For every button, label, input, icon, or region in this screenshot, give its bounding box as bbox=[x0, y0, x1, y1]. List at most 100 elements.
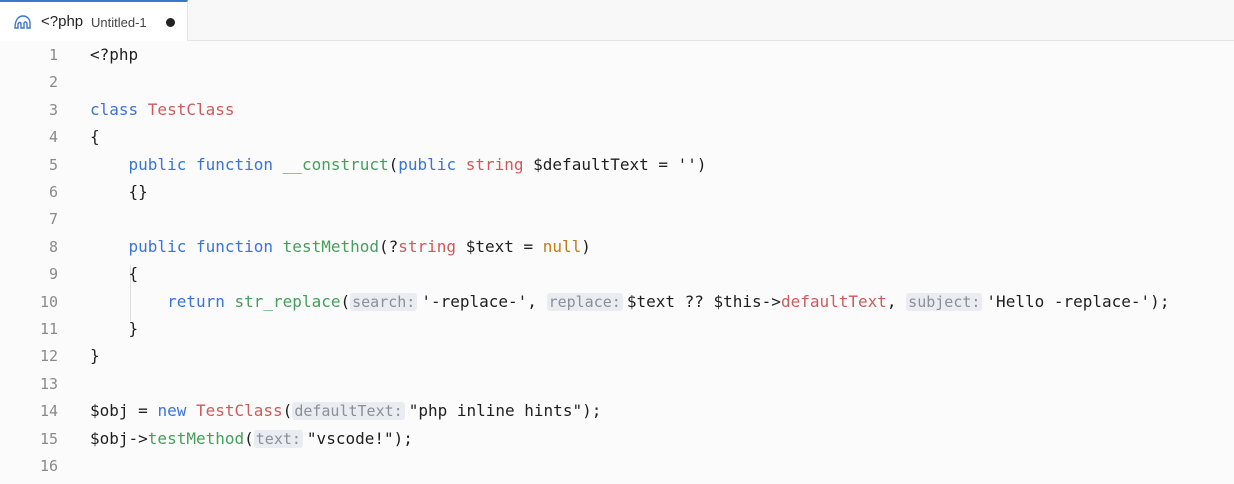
code-editor[interactable]: 1 <?php 2 3 class TestClass 4{5 public functi… bbox=[0, 41, 1234, 484]
code-text: <?php bbox=[90, 41, 138, 69]
tab-bar: <?php Untitled-1 bbox=[0, 0, 1234, 41]
line-number: 12 bbox=[39, 347, 58, 366]
code-token: "vscode!"); bbox=[306, 428, 413, 448]
code-token: $obj = bbox=[90, 401, 158, 421]
code-token: __construct bbox=[282, 154, 389, 174]
code-token: "php inline hints"); bbox=[408, 401, 602, 421]
code-token: testMethod bbox=[147, 428, 245, 448]
code-line[interactable]: 3 class TestClass bbox=[0, 96, 1234, 124]
code-token: ) bbox=[581, 236, 591, 256]
code-text: $obj->testMethod(text: "vscode!"); bbox=[90, 425, 413, 453]
code-line[interactable]: 11 } bbox=[0, 315, 1234, 343]
inlay-parameter-hint: search: bbox=[350, 292, 418, 311]
code-line[interactable]: 4{ bbox=[0, 123, 1234, 151]
inlay-parameter-hint: text: bbox=[253, 429, 303, 448]
editor-tab-untitled-1[interactable]: <?php Untitled-1 bbox=[0, 0, 188, 41]
code-token: TestClass bbox=[195, 401, 283, 421]
code-text: { bbox=[90, 123, 100, 151]
code-text: { bbox=[90, 260, 139, 288]
line-number: 11 bbox=[39, 320, 58, 338]
line-number: 5 bbox=[48, 155, 58, 174]
line-number: 15 bbox=[39, 429, 58, 448]
code-token: $obj-> bbox=[90, 428, 148, 448]
line-number: 3 bbox=[48, 100, 58, 119]
code-token: public bbox=[128, 154, 196, 174]
line-number: 6 bbox=[48, 183, 58, 201]
line-number: 1 bbox=[48, 46, 58, 64]
code-token: class bbox=[90, 99, 148, 119]
code-token: return bbox=[167, 291, 235, 311]
code-token: , bbox=[886, 291, 907, 311]
code-token: { bbox=[90, 127, 100, 147]
line-number: 13 bbox=[39, 374, 58, 393]
code-text: return str_replace(search: '-replace-', r… bbox=[90, 288, 1169, 316]
code-token: str_replace bbox=[234, 291, 341, 311]
code-token: {} bbox=[90, 182, 148, 201]
code-text: } bbox=[90, 342, 100, 370]
code-token: public bbox=[398, 154, 466, 174]
code-token: ( bbox=[282, 401, 293, 421]
code-token: 'Hello -replace-'); bbox=[986, 291, 1170, 311]
code-token: $text ?? $this-> bbox=[626, 291, 781, 311]
code-text: class TestClass bbox=[90, 96, 235, 124]
code-line[interactable]: 15 $obj->testMethod(text: "vscode!"); bbox=[0, 425, 1234, 453]
code-token: (? bbox=[379, 236, 399, 256]
code-text: {} bbox=[90, 178, 148, 206]
code-token: null bbox=[542, 236, 582, 256]
inlay-parameter-hint: replace: bbox=[546, 292, 623, 311]
code-line[interactable]: 8 public function testMethod(?string $te… bbox=[0, 233, 1234, 261]
code-line[interactable]: 9 { bbox=[0, 260, 1234, 288]
code-token: function bbox=[195, 236, 283, 256]
line-number: 10 bbox=[39, 292, 58, 311]
code-line[interactable]: 13 bbox=[0, 370, 1234, 398]
inlay-parameter-hint: defaultText: bbox=[292, 402, 405, 421]
code-token: string bbox=[465, 154, 534, 174]
php-elephant-icon bbox=[14, 15, 31, 29]
line-number: 7 bbox=[48, 210, 58, 229]
line-number: 4 bbox=[48, 128, 58, 147]
code-line[interactable]: 14 $obj = new TestClass(defaultText: "php … bbox=[0, 397, 1234, 425]
code-token: testMethod bbox=[282, 236, 379, 256]
line-number: 14 bbox=[39, 402, 58, 421]
code-text: } bbox=[90, 315, 139, 343]
unsaved-dot-icon[interactable] bbox=[166, 18, 175, 27]
code-token: defaultText bbox=[780, 291, 887, 311]
code-token: ) bbox=[696, 154, 707, 174]
tab-language-label: <?php bbox=[41, 13, 84, 30]
code-token: } bbox=[90, 346, 100, 366]
inlay-parameter-hint: subject: bbox=[906, 292, 983, 311]
code-text: $obj = new TestClass(defaultText: "php in… bbox=[90, 397, 601, 425]
code-token: function bbox=[195, 154, 283, 174]
code-token: public bbox=[128, 236, 196, 256]
code-line[interactable]: 16 bbox=[0, 452, 1234, 480]
code-token: ( bbox=[244, 428, 254, 448]
code-token: string bbox=[398, 236, 466, 256]
code-text: public function __construct(public strin… bbox=[90, 151, 707, 179]
code-line[interactable]: 5 public function __construct(public str… bbox=[0, 151, 1234, 179]
code-line[interactable]: 12} bbox=[0, 342, 1234, 370]
code-token: { bbox=[90, 264, 139, 284]
code-line[interactable]: 2 bbox=[0, 68, 1234, 96]
code-token: TestClass bbox=[147, 99, 235, 119]
code-text: public function testMethod(?string $text… bbox=[90, 233, 591, 261]
code-token: $defaultText = '' bbox=[533, 154, 697, 174]
code-token: ( bbox=[388, 154, 399, 174]
tab-filename: Untitled-1 bbox=[91, 15, 147, 30]
line-number: 9 bbox=[48, 265, 58, 284]
code-line[interactable]: 10 return str_replace(search: '-replace-'… bbox=[0, 288, 1234, 316]
code-line[interactable]: 6 {} bbox=[0, 178, 1234, 206]
line-number: 8 bbox=[48, 237, 58, 256]
code-token: } bbox=[90, 319, 139, 338]
code-line[interactable]: 1 <?php bbox=[0, 41, 1234, 69]
code-line[interactable]: 7 bbox=[0, 205, 1234, 233]
code-token: $text = bbox=[465, 236, 543, 256]
code-token: <?php bbox=[90, 45, 139, 64]
line-number: 16 bbox=[39, 457, 58, 475]
code-token: '-replace-', bbox=[421, 291, 547, 311]
code-token: ( bbox=[340, 291, 351, 311]
code-token: new bbox=[157, 401, 196, 421]
line-number: 2 bbox=[48, 73, 58, 92]
